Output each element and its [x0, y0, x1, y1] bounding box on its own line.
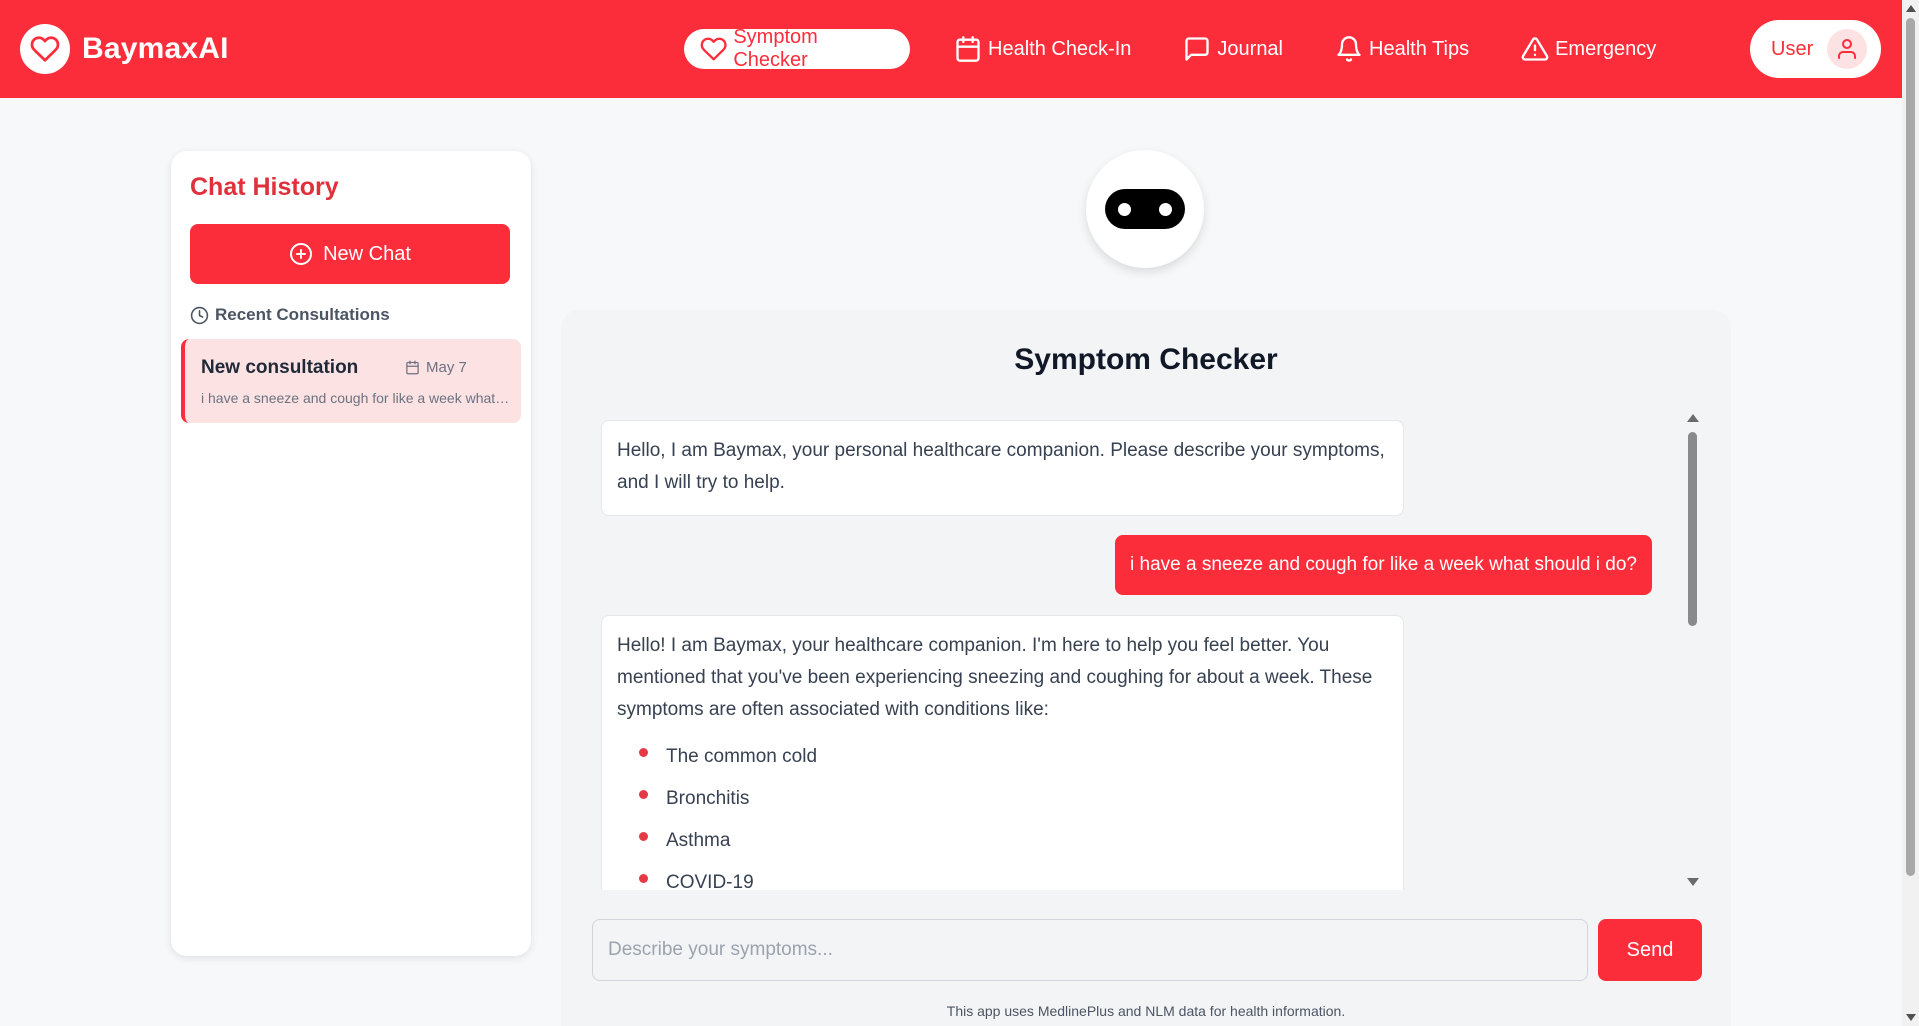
nav-label: Health Check-In	[988, 37, 1132, 60]
consultation-date-text: May 7	[426, 359, 467, 376]
nav-health-check-in[interactable]: Health Check-In	[938, 29, 1147, 69]
chat-history-sidebar: Chat History New Chat Recent Consultatio…	[171, 151, 531, 956]
nav-label: Health Tips	[1369, 37, 1470, 60]
main-nav: Symptom Checker Health Check-In Journal …	[684, 26, 1692, 71]
new-chat-button[interactable]: New Chat	[190, 224, 510, 284]
alert-triangle-icon	[1521, 37, 1549, 61]
sidebar-title: Chat History	[190, 173, 339, 201]
heart-logo-icon	[20, 24, 70, 74]
user-icon	[1838, 39, 1857, 59]
scroll-down-arrow-icon[interactable]	[1687, 878, 1699, 886]
consultation-item[interactable]: New consultation May 7 i have a sneeze a…	[181, 339, 521, 423]
nav-label: Emergency	[1555, 37, 1657, 60]
user-message: i have a sneeze and cough for like a wee…	[1115, 535, 1652, 595]
brand[interactable]: BaymaxAI	[20, 24, 229, 74]
nav-symptom-checker[interactable]: Symptom Checker	[684, 26, 910, 71]
heart-icon	[700, 37, 727, 61]
nav-label: Journal	[1217, 37, 1284, 60]
chat-scrollbar[interactable]	[1685, 412, 1699, 888]
page-title: Symptom Checker	[1014, 343, 1278, 376]
consultation-snippet: i have a sneeze and cough for like a wee…	[201, 390, 511, 406]
list-item: The common cold	[617, 736, 1388, 778]
brand-name: BaymaxAI	[82, 32, 229, 65]
bot-message: Hello! I am Baymax, your healthcare comp…	[601, 615, 1404, 890]
calendar-icon	[406, 360, 419, 375]
send-button[interactable]: Send	[1598, 919, 1702, 981]
consultation-title: New consultation	[201, 357, 359, 378]
scroll-up-arrow-icon[interactable]	[1906, 5, 1916, 12]
data-source-footnote: This app uses MedlinePlus and NLM data f…	[946, 1003, 1346, 1019]
chat-messages[interactable]: Hello, I am Baymax, your personal health…	[561, 410, 1691, 890]
symptom-input[interactable]	[592, 919, 1588, 981]
user-avatar	[1827, 29, 1868, 69]
scroll-up-arrow-icon[interactable]	[1687, 414, 1699, 422]
symptom-checker-card: Symptom Checker Hello, I am Baymax, your…	[561, 310, 1731, 1026]
recent-consultations-heading: Recent Consultations	[190, 305, 390, 325]
list-item: Bronchitis	[617, 778, 1388, 820]
nav-health-tips[interactable]: Health Tips	[1319, 29, 1485, 69]
top-navbar: BaymaxAI Symptom Checker Health Check-In…	[0, 0, 1902, 98]
bell-icon	[1337, 36, 1361, 62]
user-menu-button[interactable]: User	[1750, 20, 1881, 78]
baymax-face-icon	[1105, 189, 1185, 229]
scroll-down-arrow-icon[interactable]	[1906, 1014, 1916, 1021]
bot-message: Hello, I am Baymax, your personal health…	[601, 420, 1404, 516]
page-scrollbar[interactable]	[1902, 0, 1919, 1026]
nav-label: Symptom Checker	[733, 26, 818, 71]
nav-journal[interactable]: Journal	[1167, 29, 1299, 69]
scrollbar-thumb[interactable]	[1906, 18, 1915, 876]
bot-message-text: Hello! I am Baymax, your healthcare comp…	[617, 635, 1373, 720]
clock-icon	[190, 306, 209, 324]
baymax-avatar	[1086, 150, 1204, 268]
message-square-icon	[1185, 37, 1210, 61]
baymax-eye-left	[1118, 203, 1131, 216]
consultation-date: May 7	[405, 359, 467, 376]
scrollbar-thumb[interactable]	[1688, 432, 1697, 626]
list-item: COVID-19	[617, 862, 1388, 890]
list-item: Asthma	[617, 820, 1388, 862]
message-input-row: Send	[592, 919, 1702, 981]
new-chat-label: New Chat	[323, 242, 411, 265]
nav-emergency[interactable]: Emergency	[1505, 29, 1672, 69]
user-label: User	[1771, 37, 1814, 60]
baymax-eye-right	[1159, 203, 1172, 216]
calendar-icon	[956, 36, 980, 62]
recent-consultations-label: Recent Consultations	[215, 305, 390, 324]
plus-circle-icon	[290, 243, 313, 265]
condition-list: The common cold Bronchitis Asthma COVID-…	[617, 736, 1388, 890]
